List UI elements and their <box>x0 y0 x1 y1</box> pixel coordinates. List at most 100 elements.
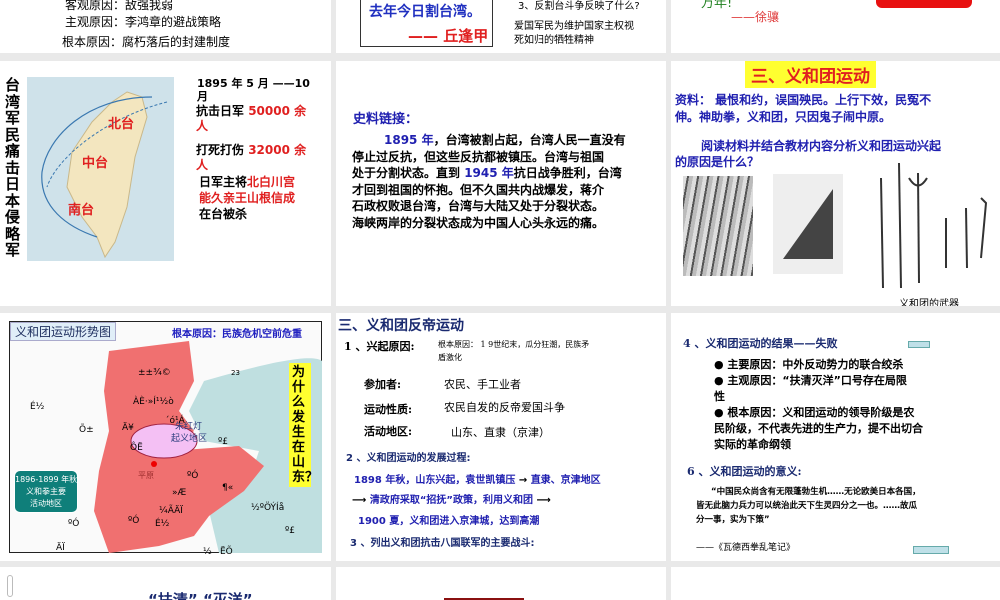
map-place-label: É½ <box>155 519 170 529</box>
slide-thumbnail-3[interactable]: 万年! ——徐骧 <box>671 0 1000 53</box>
value: 农民自发的反帝爱国斗争 <box>444 401 565 414</box>
slide-thumbnail-8[interactable]: 三、义和团反帝运动 1 、兴起原因: 根本原因： 1 9世纪末，瓜分狂潮，民族矛… <box>336 313 666 561</box>
value: 农民、手工业者 <box>444 378 521 391</box>
map-place-label: ÔË <box>130 443 143 453</box>
date: 1895 年 5 月 ——10 <box>197 77 310 90</box>
label: 参加者: <box>364 378 402 391</box>
arrow-icon: → <box>518 475 528 486</box>
map-place-label: ½ºÖÝÍå <box>251 503 285 513</box>
why-shandong: 为什么发生在山东？ <box>289 363 318 487</box>
vertical-title: 台湾军民痛击日本侵略军 <box>5 76 21 259</box>
section-heading: 2 、义和团运动的发展过程: <box>346 453 471 464</box>
quote-partial: 万年! <box>701 0 733 11</box>
poem-author: —— 丘逢甲 <box>408 27 489 45</box>
text: 清政府采取“招抚”政策，利用义和团 <box>369 495 533 506</box>
map-place-label: ½ <box>203 547 212 557</box>
poem-text: 去年今日割台湾。 <box>369 4 481 20</box>
slide-thumbnail-11[interactable] <box>336 567 666 600</box>
slide-title: 三、义和团运动 <box>745 61 876 88</box>
material: 伸。神助拳，义和团，只因鬼子闹中原。 <box>675 110 892 124</box>
question: 的原因是什么？ <box>675 155 760 169</box>
map-place-label: ¼ÃÄÏ <box>159 506 183 516</box>
slide-title: 三、义和团反帝运动 <box>338 318 464 334</box>
slide-thumbnail-10[interactable]: “扶清” “灭洋” <box>0 567 331 600</box>
caption: 义和团的武器 <box>899 299 959 306</box>
material: 资料： 最恨和约，误国殃民。上行下效，民冤不 <box>675 93 932 107</box>
map-place-label: Ä¥ <box>122 423 134 433</box>
slide-thumbnail-6[interactable]: 三、义和团运动 资料： 最恨和约，误国殃民。上行下效，民冤不 伸。神助拳，义和团… <box>671 61 1000 306</box>
section-heading: 6 、义和团运动的意义: <box>687 465 802 478</box>
slide-thumbnail-2[interactable]: 去年今日割台湾。 —— 丘逢甲 3、反割台斗争反映了什么? 爱国军民为维护国家主… <box>336 0 666 53</box>
heading: 史料链接： <box>353 112 419 127</box>
text: 盾激化 <box>438 353 462 362</box>
city-label: 平原 <box>138 471 154 480</box>
map-title: 义和团运动形势图 <box>10 322 117 341</box>
slide-thumbnail-5[interactable]: 史料链接： 1895 年，台湾被割占起，台湾人民一直没有 停止过反抗，但这些反抗… <box>336 61 666 306</box>
text: 打死打伤 <box>196 143 249 157</box>
map-place-label: »Æ <box>172 488 187 498</box>
map-place-label: ËÕ <box>220 547 233 557</box>
text-line: 主观原因：李鸿章的避战策略 <box>65 15 222 29</box>
activity-callout: 1896-1899 年秋 义和拳主要 活动地区 <box>14 470 78 513</box>
answer: 爱国军民为维护国家主权视 <box>514 21 634 32</box>
text: 直隶、京津地区 <box>530 475 601 486</box>
text: 北白川宫 <box>247 175 296 189</box>
section-heading: 3 、列出义和团抗击八国联军的主要战斗: <box>350 538 535 549</box>
text: 人 <box>196 158 209 172</box>
map-place-label: ºÓ <box>68 519 80 529</box>
slide-text: “扶清” “灭洋” <box>148 591 253 600</box>
text: 抗击日军 <box>196 104 249 118</box>
arrow-icon <box>908 341 930 348</box>
question: 阅读材料并结合教材内容分析义和团运动兴起 <box>701 139 942 153</box>
map-place-label: ±±¾© <box>138 368 171 378</box>
slide-thumbnail-1[interactable]: 客观原因：敌强我弱 主观原因：李鸿章的避战策略 根本原因：腐朽落后的封建制度 <box>0 0 331 53</box>
label: 活动地区: <box>364 425 413 438</box>
map-place-label: º£ <box>285 526 295 536</box>
decorative-icon <box>7 575 13 597</box>
text: 在台被杀 <box>199 207 248 221</box>
slide-thumbnail-7[interactable]: 义和团运动形势图 根本原因：民族危机空前危重 为什么发生在山东？ 朱红灯 起义地… <box>0 313 331 561</box>
answer: 死如归的牺牲精神 <box>514 35 594 46</box>
map-place-label: 23 <box>231 369 240 377</box>
text: 能久亲王山根信成 <box>199 191 296 205</box>
result-list: ● 主要原因：中外反动势力的联合绞杀 ● 主观原因：“扶清灭洋”口号存在局限性 ● … <box>714 358 923 451</box>
map-place-label: ºÓ <box>187 471 199 481</box>
text-line: 根本原因：腐朽落后的封建制度 <box>62 35 231 49</box>
map-place-label: ºÓ <box>128 516 140 526</box>
quote-source: ——《瓦德西拳乱笔记》 <box>696 543 796 553</box>
quote-author: ——徐骧 <box>731 10 780 24</box>
quote: “中国民众尚含有无限蓬勃生机……无论欧美日本各国， 皆无此脑力兵力可以统治此天下生… <box>696 487 921 525</box>
map-label-central: 中台 <box>82 156 109 171</box>
value: 山东、直隶（京津） <box>451 426 550 439</box>
map-place-label: É½ <box>30 402 45 412</box>
label: 运动性质: <box>364 403 413 416</box>
poem-box: 去年今日割台湾。 —— 丘逢甲 <box>360 0 493 47</box>
bubble-label: 起义地区 <box>171 434 208 444</box>
slide-thumbnail-12[interactable] <box>671 567 1000 600</box>
red-button-shape <box>876 0 972 8</box>
map-place-label: Õ± <box>79 425 94 435</box>
text: 1898 年秋，山东兴起，袁世凯镇压 <box>354 475 516 486</box>
arrow-icon: ⟶ <box>536 495 551 506</box>
text-line: 客观原因：敌强我弱 <box>65 0 174 12</box>
number: 50000 余 <box>248 104 307 118</box>
map-place-label: ¶« <box>222 483 234 493</box>
map-label-south: 南台 <box>68 203 95 218</box>
section-heading: 4 、义和团运动的结果——失败 <box>683 337 838 350</box>
map-place-label: º£ <box>218 437 228 447</box>
arrow-icon: ⟶ <box>352 495 367 506</box>
number: 32000 余 <box>248 143 307 157</box>
paragraph: 1895 年，台湾被割占起，台湾人民一直没有 停止过反抗，但这些反抗都被镇压。台… <box>352 133 626 230</box>
weapons-illustration <box>880 162 988 289</box>
slide-thumbnail-9[interactable]: 4 、义和团运动的结果——失败 ● 主要原因：中外反动势力的联合绞杀 ● 主观原因… <box>671 313 1000 561</box>
map-label-north: 北台 <box>108 117 135 132</box>
text: 人 <box>196 119 209 133</box>
slide-thumbnail-4[interactable]: 台湾军民痛击日本侵略军 北台 中台 南台 1895 年 5 月 ——10 月 抗… <box>0 61 331 306</box>
section-heading: 1 、兴起原因: <box>344 340 415 353</box>
text: 根本原因： 1 9世纪末，瓜分狂潮，民族矛 <box>438 340 590 349</box>
text: 1900 夏，义和团进入京津城，达到高潮 <box>358 516 540 527</box>
arrow-icon <box>913 546 949 554</box>
map-place-label: ÀÈ·»Í¹½ò <box>133 397 174 407</box>
text: 日军主将 <box>199 175 248 189</box>
question: 3、反割台斗争反映了什么? <box>518 1 640 12</box>
